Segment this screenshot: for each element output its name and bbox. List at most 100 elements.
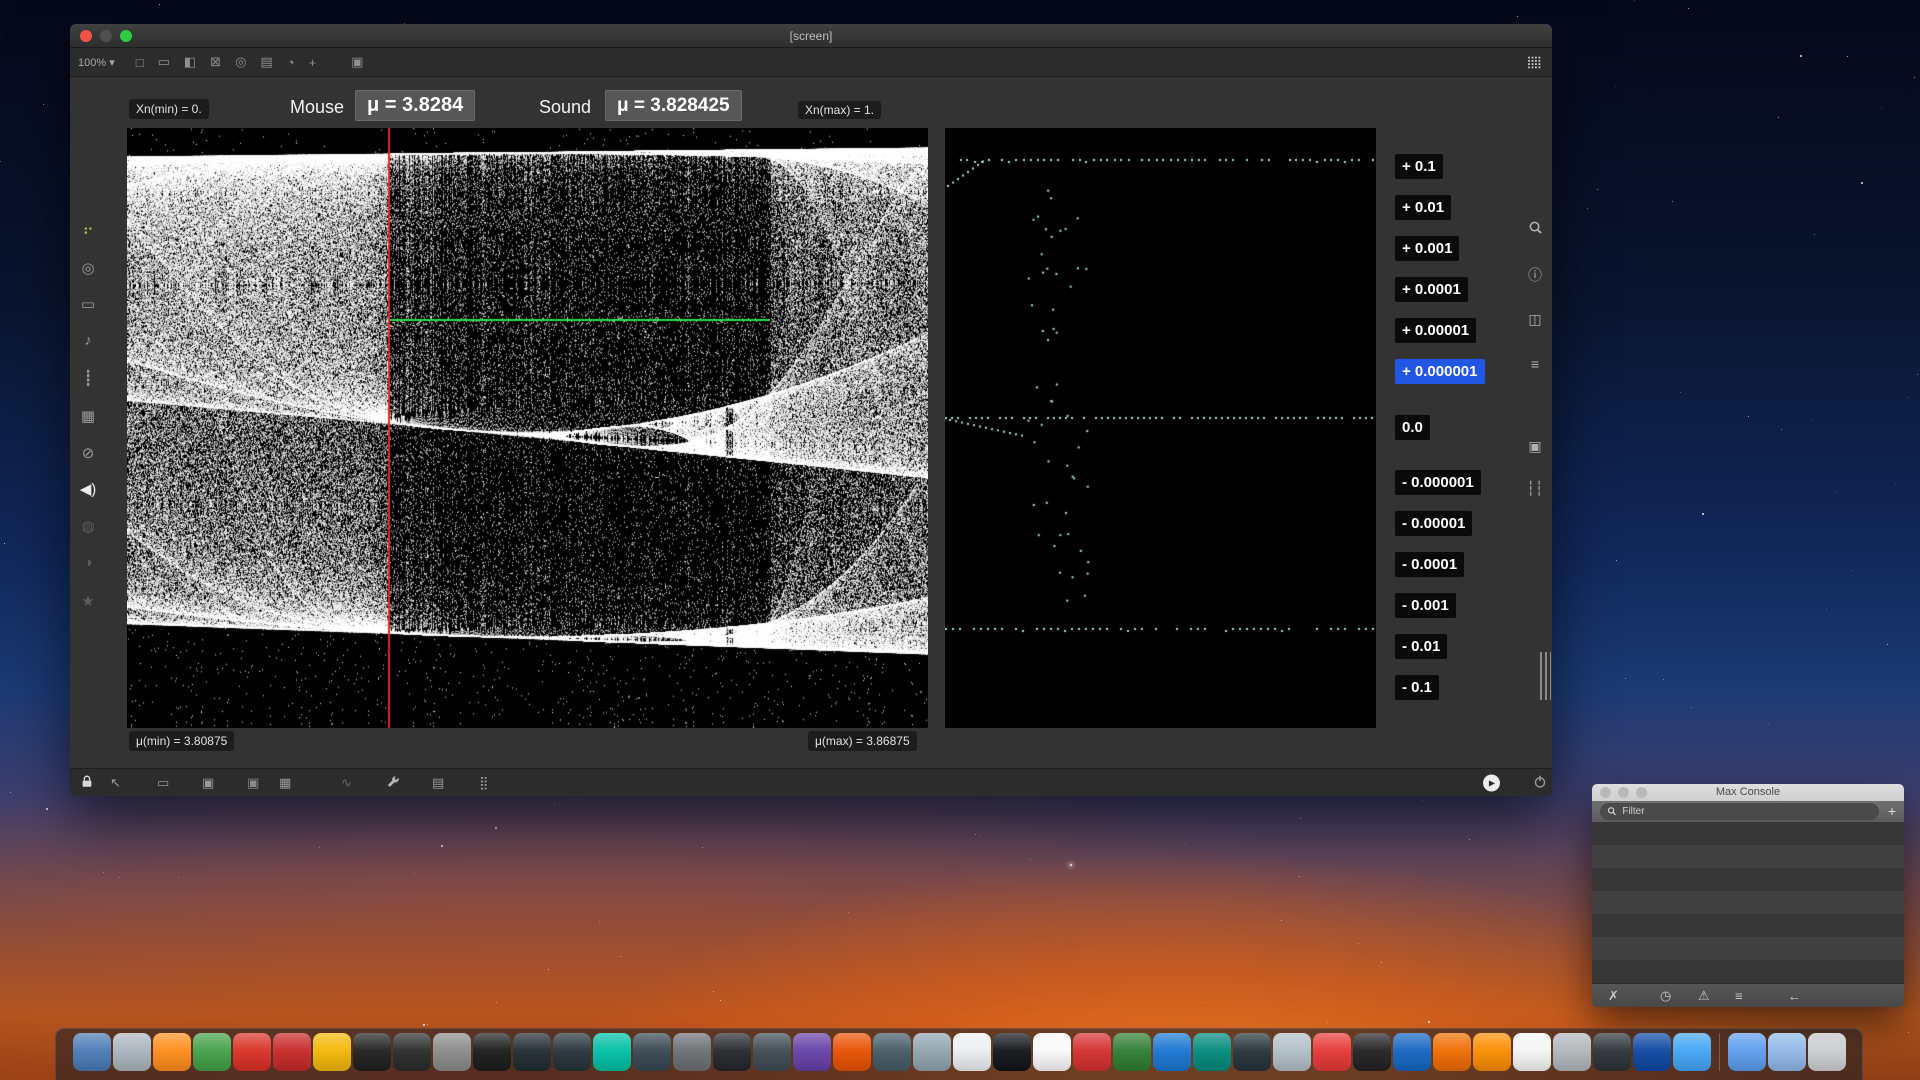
- midi-note-icon[interactable]: ♪: [76, 332, 100, 349]
- trash-icon[interactable]: [1808, 1033, 1846, 1071]
- dock-app-icon[interactable]: [833, 1033, 871, 1071]
- minimize-button[interactable]: [100, 30, 112, 42]
- dock-app-icon[interactable]: [1233, 1033, 1271, 1071]
- clear-icon[interactable]: ✗: [1608, 988, 1619, 1004]
- zoom-level[interactable]: 100% ▾: [78, 56, 115, 69]
- dock-app-icon[interactable]: [1193, 1033, 1231, 1071]
- layers-icon[interactable]: ▣: [202, 775, 214, 791]
- back-icon[interactable]: ←: [1788, 988, 1801, 1003]
- dock-folder-icon[interactable]: [1728, 1033, 1766, 1071]
- dock-app-icon[interactable]: [1273, 1033, 1311, 1071]
- inspector-icon[interactable]: ⓘ: [1522, 265, 1548, 285]
- new-plus-icon[interactable]: +: [309, 55, 317, 70]
- clock-icon[interactable]: ◷: [1660, 988, 1671, 1004]
- new-comment-icon[interactable]: ◧: [184, 54, 196, 70]
- print-icon[interactable]: ▣: [351, 54, 363, 70]
- lessons-dots-icon[interactable]: ⠖: [76, 221, 100, 239]
- dock-app-icon[interactable]: [1513, 1033, 1551, 1071]
- dock-app-icon[interactable]: [1033, 1033, 1071, 1071]
- dock-app-icon[interactable]: [393, 1033, 431, 1071]
- increment-button[interactable]: + 0.0001: [1395, 277, 1468, 302]
- dock-app-icon[interactable]: [553, 1033, 591, 1071]
- increment-button[interactable]: + 0.000001: [1395, 359, 1485, 384]
- new-message-icon[interactable]: ▭: [158, 54, 170, 70]
- scrollbar-indicator[interactable]: [1540, 652, 1551, 700]
- increment-button[interactable]: + 0.01: [1395, 195, 1451, 220]
- favorites-dim-icon[interactable]: ★: [76, 592, 100, 610]
- mu-min-label[interactable]: μ(min) = 3.80875: [129, 731, 234, 751]
- dock-app-icon[interactable]: [713, 1033, 751, 1071]
- dock-app-icon[interactable]: [953, 1033, 991, 1071]
- dock-app-icon[interactable]: [913, 1033, 951, 1071]
- piano-icon[interactable]: ▤: [432, 775, 444, 791]
- help-dim-icon[interactable]: ◑: [76, 554, 100, 571]
- console-add-button[interactable]: +: [1888, 803, 1896, 819]
- dock-app-icon[interactable]: [1553, 1033, 1591, 1071]
- record-icon[interactable]: ◎: [76, 259, 100, 277]
- search-icon[interactable]: [1522, 220, 1548, 238]
- wrench-icon[interactable]: [386, 774, 400, 791]
- mu-max-label[interactable]: μ(max) = 3.86875: [808, 731, 917, 751]
- zero-button[interactable]: 0.0: [1395, 415, 1430, 440]
- console-traffic-lights[interactable]: [1600, 787, 1647, 798]
- sequencer-icon[interactable]: ┋: [76, 369, 100, 387]
- grid-toggle-icon[interactable]: ⣿⣿: [1526, 55, 1540, 69]
- dock-app-icon[interactable]: [473, 1033, 511, 1071]
- dock-app-icon[interactable]: [1633, 1033, 1671, 1071]
- dock-app-icon[interactable]: [633, 1033, 671, 1071]
- dock-app-icon[interactable]: [1313, 1033, 1351, 1071]
- object-rect-icon[interactable]: ▭: [76, 295, 100, 313]
- increment-button[interactable]: + 0.001: [1395, 236, 1459, 261]
- dock-app-icon[interactable]: [233, 1033, 271, 1071]
- console-search-field[interactable]: [1600, 803, 1879, 820]
- dock-app-icon[interactable]: [753, 1033, 791, 1071]
- console-list-icon[interactable]: ≡: [1522, 356, 1548, 372]
- xn-max-label[interactable]: Xn(max) = 1.: [798, 101, 881, 119]
- dock-app-icon[interactable]: [153, 1033, 191, 1071]
- dock-app-icon[interactable]: [1073, 1033, 1111, 1071]
- console-filter-input[interactable]: [1620, 805, 1871, 818]
- power-icon[interactable]: [1533, 774, 1547, 791]
- dock-app-icon[interactable]: [993, 1033, 1031, 1071]
- new-dial-icon[interactable]: ◔: [287, 55, 295, 70]
- attachment-icon[interactable]: ⊘: [76, 444, 100, 462]
- list-icon[interactable]: ≡: [1735, 988, 1743, 1003]
- decrement-button[interactable]: - 0.1: [1395, 675, 1439, 700]
- pointer-icon[interactable]: ↖: [110, 775, 121, 791]
- sidebar-panes-icon[interactable]: ◫: [1522, 311, 1548, 328]
- lock-icon[interactable]: [80, 774, 94, 791]
- increment-button[interactable]: + 0.00001: [1395, 318, 1476, 343]
- dock-app-icon[interactable]: [1113, 1033, 1151, 1071]
- dock-app-icon[interactable]: [593, 1033, 631, 1071]
- new-object-icon[interactable]: □: [136, 55, 144, 70]
- dock-app-icon[interactable]: [873, 1033, 911, 1071]
- mixer-icon[interactable]: ┆┆: [1522, 480, 1548, 497]
- mouse-mu-display[interactable]: μ = 3.8284: [355, 90, 475, 121]
- dock-app-icon[interactable]: [353, 1033, 391, 1071]
- titlebar[interactable]: [screen]: [70, 24, 1552, 48]
- image-icon[interactable]: ▦: [76, 407, 100, 425]
- dock-app-icon[interactable]: [433, 1033, 471, 1071]
- dock-app-icon[interactable]: [1593, 1033, 1631, 1071]
- dock-app-icon[interactable]: [513, 1033, 551, 1071]
- new-slider-icon[interactable]: ▤: [260, 54, 272, 70]
- dock-app-icon[interactable]: [1433, 1033, 1471, 1071]
- xn-min-label[interactable]: Xn(min) = 0.: [129, 99, 209, 119]
- info-dim-icon[interactable]: ◍: [76, 517, 100, 535]
- dock-app-icon[interactable]: [1353, 1033, 1391, 1071]
- grid-icon[interactable]: ▦: [279, 775, 291, 791]
- new-button-icon[interactable]: ◎: [235, 54, 246, 70]
- sound-plot[interactable]: [945, 128, 1376, 728]
- dotgrid-icon[interactable]: ⣿: [479, 775, 489, 791]
- speaker-icon[interactable]: ◀): [76, 480, 100, 498]
- group-icon[interactable]: ▣: [247, 775, 259, 791]
- decrement-button[interactable]: - 0.000001: [1395, 470, 1481, 495]
- dock-app-icon[interactable]: [793, 1033, 831, 1071]
- bifurcation-plot[interactable]: [127, 128, 928, 728]
- decrement-button[interactable]: - 0.001: [1395, 593, 1456, 618]
- new-toggle-icon[interactable]: ⊠: [210, 54, 221, 70]
- dock-app-icon[interactable]: [273, 1033, 311, 1071]
- dock-folder-icon[interactable]: [1768, 1033, 1806, 1071]
- dock-app-icon[interactable]: [113, 1033, 151, 1071]
- dock-app-icon[interactable]: [313, 1033, 351, 1071]
